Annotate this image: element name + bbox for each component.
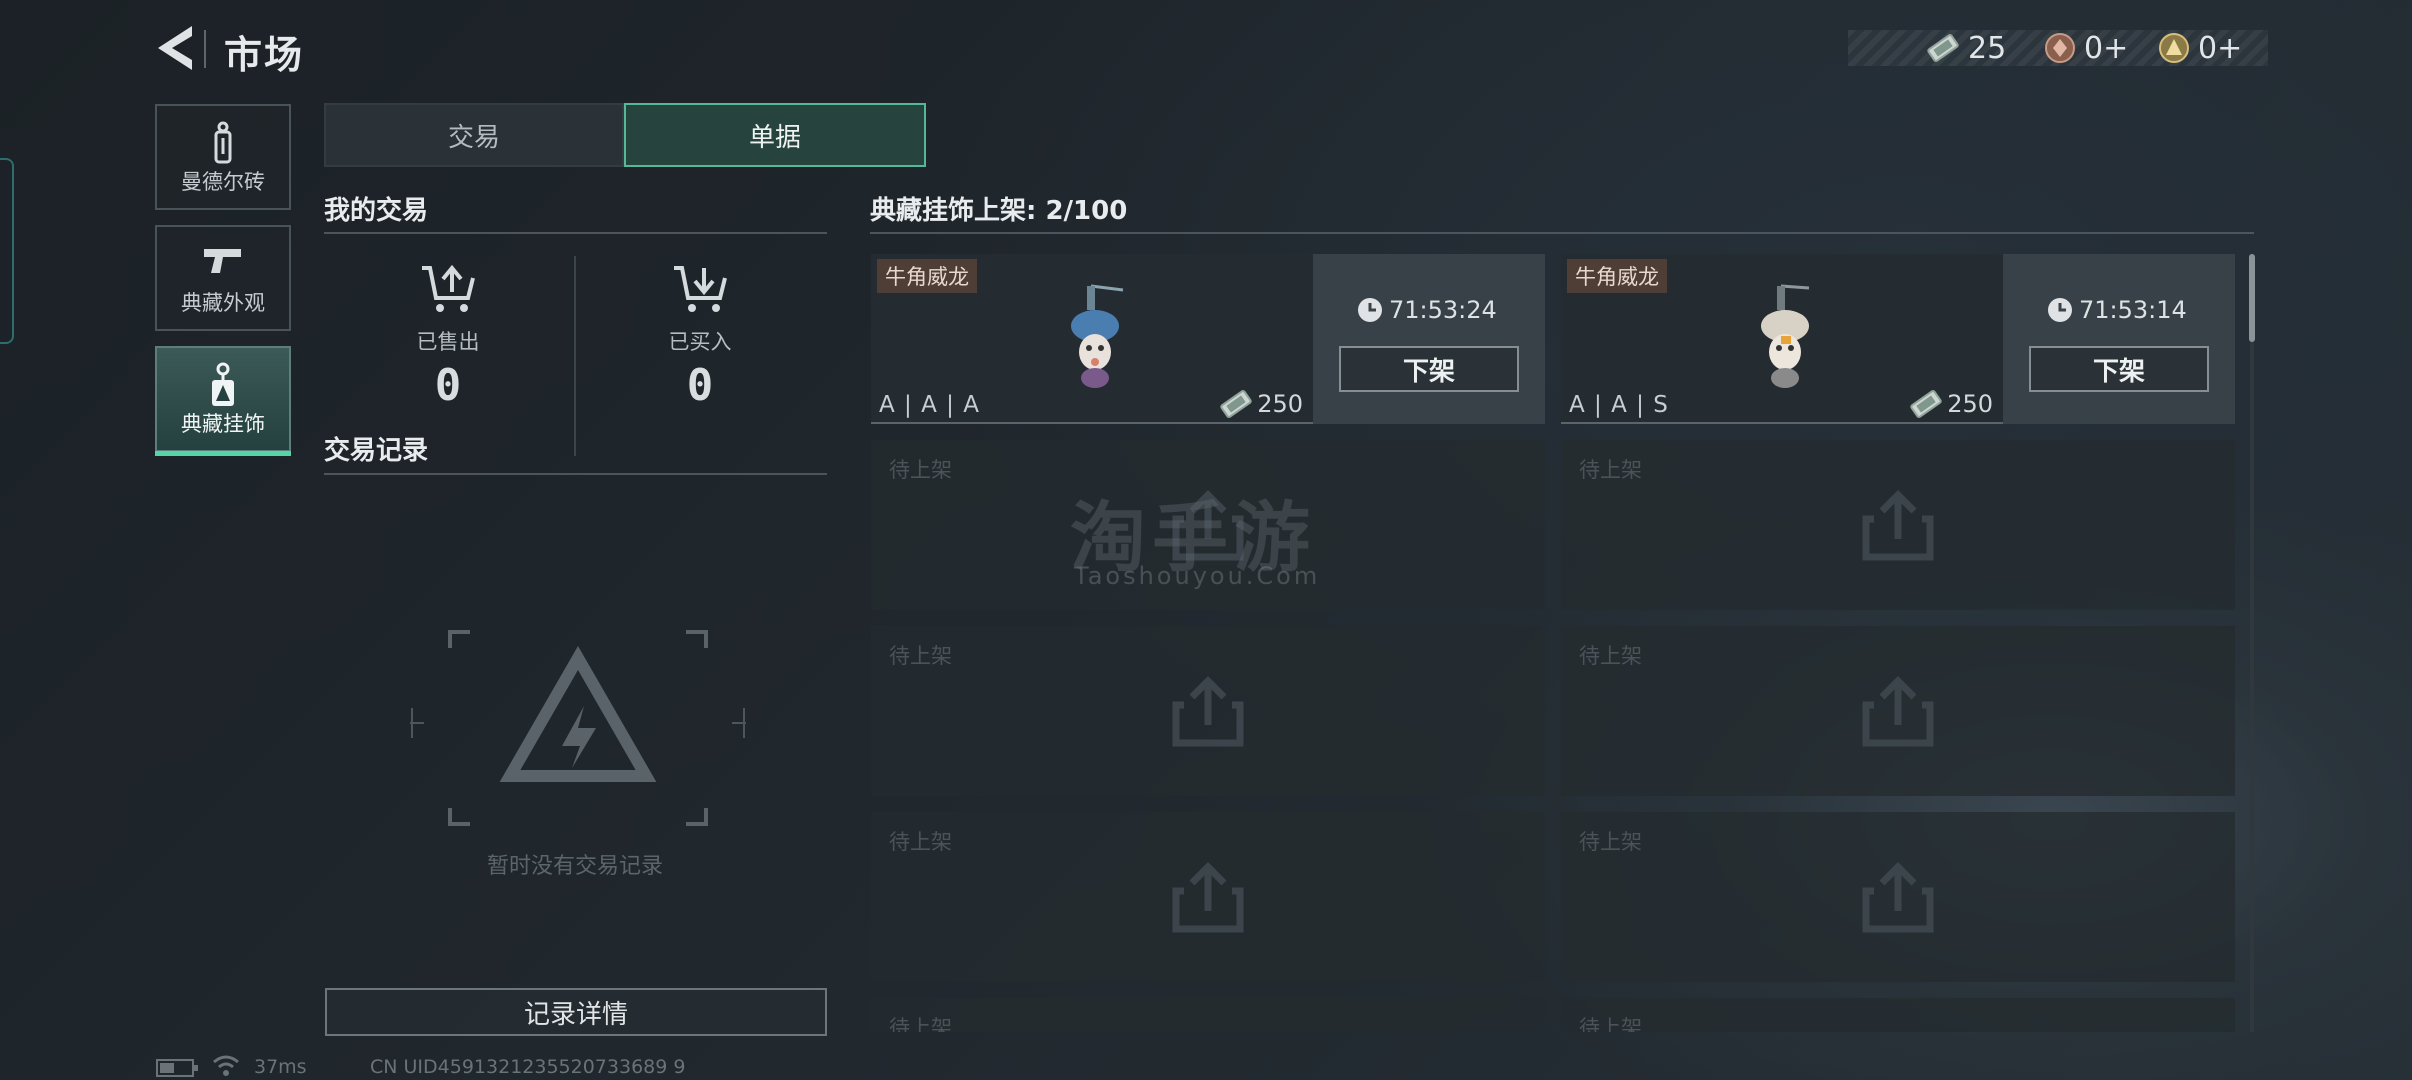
brick-icon — [214, 121, 232, 164]
battery-icon — [156, 1059, 198, 1077]
item-timer: 71:53:24 — [1357, 296, 1497, 324]
ping-text: 37ms — [254, 1056, 307, 1078]
currency-bronze[interactable]: 0+ — [2044, 30, 2128, 66]
pending-label: 待上架 — [1579, 1016, 1642, 1032]
upload-icon — [1862, 490, 1934, 561]
item-timer-value: 71:53:14 — [2079, 296, 2187, 324]
item-name-tag: 牛角威龙 — [877, 259, 977, 293]
listings-header: 典藏挂饰上架: 2/100 — [870, 196, 1128, 226]
cart-download-icon — [674, 266, 727, 312]
trade-records-title: 交易记录 — [324, 436, 429, 466]
pending-label: 待上架 — [889, 458, 952, 482]
pending-label: 待上架 — [1579, 830, 1642, 854]
upload-icon — [1172, 862, 1244, 933]
sold-stat: 已售出 0 — [338, 262, 558, 411]
clock-icon — [1358, 298, 1382, 322]
pending-slot[interactable]: 待上架 — [1561, 626, 2235, 796]
charm-icon — [212, 362, 234, 406]
watermark-sub: Taoshouyou.Com — [1074, 562, 1321, 590]
sold-value: 0 — [434, 360, 462, 411]
stats-divider — [574, 256, 576, 456]
category-label: 典藏挂饰 — [181, 412, 265, 436]
item-timer: 71:53:14 — [2047, 296, 2187, 324]
bull-dragon-charm-icon — [1071, 284, 1124, 388]
item-price-value: 250 — [1947, 390, 1993, 418]
currency-bar: 25 0+ 0+ — [1848, 30, 2268, 66]
upload-icon — [1862, 862, 1934, 933]
category-collection-charm[interactable]: 典藏挂饰 — [155, 346, 291, 456]
pending-slot[interactable]: 待上架 — [1561, 998, 2235, 1032]
record-details-button[interactable]: 记录详情 — [325, 988, 827, 1036]
empty-state-logo-icon — [410, 630, 746, 826]
category-collection-skin[interactable]: 典藏外观 — [155, 225, 291, 331]
item-price-value: 250 — [1257, 390, 1303, 418]
voucher-amount: 25 — [1968, 30, 2007, 66]
category-label: 典藏外观 — [181, 291, 265, 315]
gold-amount: 0+ — [2198, 30, 2243, 66]
item-price: 250 — [1909, 390, 1993, 418]
listed-item-card[interactable]: 牛角威龙 A | A | S 250 71:53:14 下架 — [1561, 254, 2235, 424]
category-label: 曼德尔砖 — [181, 170, 265, 194]
page-title: 市场 — [224, 33, 305, 77]
scrollbar-track[interactable] — [2250, 254, 2254, 1032]
pending-label: 待上架 — [889, 644, 952, 668]
item-controls: 71:53:24 下架 — [1313, 254, 1545, 424]
upload-icon — [1172, 676, 1244, 747]
bought-value: 0 — [686, 360, 714, 411]
pending-label: 待上架 — [1579, 458, 1642, 482]
pending-label: 待上架 — [1579, 644, 1642, 668]
item-price: 250 — [1219, 390, 1303, 418]
wifi-icon — [213, 1055, 239, 1076]
side-edge-handle[interactable] — [0, 158, 14, 344]
sold-label: 已售出 — [416, 330, 480, 354]
back-arrow-icon[interactable] — [152, 22, 198, 74]
delist-button[interactable]: 下架 — [2029, 346, 2209, 392]
pending-slot[interactable]: 待上架 — [1561, 812, 2235, 982]
item-preview: 牛角威龙 A | A | S 250 — [1561, 254, 2003, 424]
pending-slot[interactable]: 待上架 — [871, 626, 1545, 796]
item-name-tag: 牛角威龙 — [1567, 259, 1667, 293]
bronze-medal-icon — [2045, 33, 2075, 63]
gold-medal-icon — [2159, 33, 2189, 63]
pending-slot[interactable]: 待上架 — [1561, 440, 2235, 610]
bronze-amount: 0+ — [2084, 30, 2129, 66]
bull-dragon-charm-icon — [1761, 284, 1810, 388]
pending-slot[interactable]: 待上架 — [871, 998, 1545, 1032]
voucher-icon — [1927, 34, 1959, 62]
gun-icon — [204, 249, 241, 273]
tab-trade[interactable]: 交易 — [324, 103, 624, 167]
title-separator — [204, 30, 206, 68]
my-trades-title: 我的交易 — [324, 196, 429, 226]
empty-state-text: 暂时没有交易记录 — [486, 854, 663, 879]
item-preview: 牛角威龙 A | A | A 250 — [871, 254, 1313, 424]
category-mandel-brick[interactable]: 曼德尔砖 — [155, 104, 291, 210]
bought-stat: 已买入 0 — [590, 262, 810, 411]
listed-item-card[interactable]: 牛角威龙 A | A | A 250 71:53:24 下架 — [871, 254, 1545, 424]
currency-gold[interactable]: 0+ — [2158, 30, 2242, 66]
item-grade: A | A | A — [879, 392, 980, 418]
pending-slot[interactable]: 待上架 — [871, 812, 1545, 982]
divider — [324, 473, 827, 475]
currency-voucher[interactable]: 25 — [1926, 30, 2006, 66]
divider — [870, 232, 2254, 234]
item-grade: A | A | S — [1569, 392, 1669, 418]
voucher-icon — [1910, 390, 1942, 418]
item-controls: 71:53:14 下架 — [2003, 254, 2235, 424]
delist-button[interactable]: 下架 — [1339, 346, 1519, 392]
tab-orders[interactable]: 单据 — [624, 103, 926, 167]
bought-label: 已买入 — [668, 330, 732, 354]
voucher-icon — [1220, 390, 1252, 418]
cart-upload-icon — [422, 264, 475, 312]
pending-label: 待上架 — [889, 830, 952, 854]
item-timer-value: 71:53:24 — [1389, 296, 1497, 324]
divider — [324, 232, 827, 234]
upload-icon — [1862, 676, 1934, 747]
scrollbar-thumb[interactable] — [2249, 254, 2255, 342]
clock-icon — [2048, 298, 2072, 322]
pending-label: 待上架 — [889, 1016, 952, 1032]
uid-text: CN UID4591321235520733689 9 — [370, 1056, 686, 1078]
